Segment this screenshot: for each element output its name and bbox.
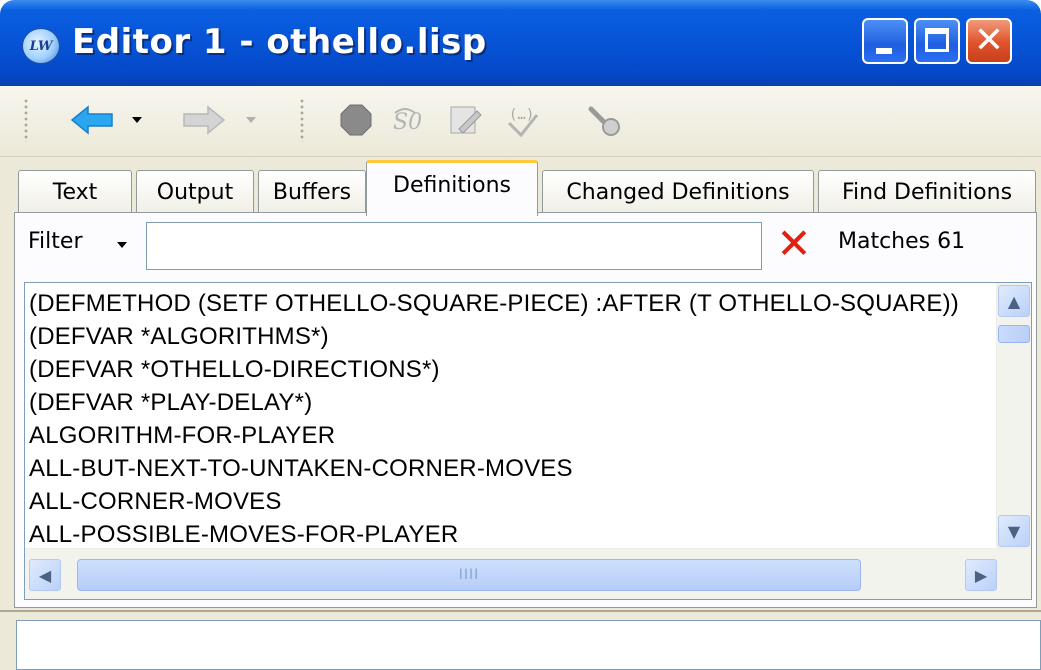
horizontal-scrollbar[interactable]: ◀ IIII ▶ xyxy=(25,548,1031,599)
list-item[interactable]: ALL-POSSIBLE-MOVES-FOR-PLAYER xyxy=(29,518,979,551)
tab-find-definitions[interactable]: Find Definitions xyxy=(818,170,1036,214)
tab-text[interactable]: Text xyxy=(18,170,132,214)
scroll-left-button[interactable]: ◀ xyxy=(29,559,61,591)
list-item[interactable]: ALL-CORNER-MOVES xyxy=(29,485,979,518)
edit-button[interactable] xyxy=(442,102,492,138)
maximize-button[interactable] xyxy=(914,18,960,64)
chevron-down-icon xyxy=(132,117,142,123)
list-item[interactable]: (DEFMETHOD (SETF OTHELLO-SQUARE-PIECE) :… xyxy=(29,287,979,320)
svg-text:S0: S0 xyxy=(393,110,422,135)
tab-output[interactable]: Output xyxy=(136,170,254,214)
scroll-down-button[interactable]: ▼ xyxy=(998,515,1030,547)
toolbar-grip[interactable] xyxy=(300,98,304,142)
lispworks-app-icon[interactable]: LW xyxy=(22,28,60,64)
stop-button[interactable] xyxy=(334,102,378,138)
echo-area-input[interactable] xyxy=(16,620,1041,670)
tool-icon xyxy=(588,106,620,136)
list-item[interactable]: (DEFVAR *ALGORITHMS*) xyxy=(29,320,979,353)
chevron-down-icon[interactable] xyxy=(117,242,127,248)
tab-changed-definitions[interactable]: Changed Definitions xyxy=(542,170,814,214)
clear-filter-icon[interactable]: ✕ xyxy=(776,223,812,265)
vertical-scrollbar[interactable]: ▲ ▼ xyxy=(996,283,1031,549)
chevron-down-icon: ▼ xyxy=(1007,521,1021,541)
macro-icon: (…) xyxy=(507,107,539,137)
forward-history-dropdown[interactable] xyxy=(238,102,264,138)
vertical-scroll-thumb[interactable] xyxy=(998,325,1030,343)
toolbar: S0 (…) xyxy=(0,86,1041,157)
scroll-grip-icon: IIII xyxy=(458,567,480,583)
editor-window: LW Editor 1 - othello.lisp ✕ S0 (…) Text… xyxy=(0,0,1041,670)
edit-icon xyxy=(450,106,482,134)
definitions-list-items: (DEFMETHOD (SETF OTHELLO-SQUARE-PIECE) :… xyxy=(29,287,979,551)
title-bar[interactable]: LW Editor 1 - othello.lisp ✕ xyxy=(0,0,1041,86)
scroll-up-button[interactable]: ▲ xyxy=(998,285,1030,317)
macro-button[interactable]: (…) xyxy=(498,102,548,138)
svg-text:(…): (…) xyxy=(509,107,534,123)
back-history-dropdown[interactable] xyxy=(124,102,150,138)
tool-button[interactable] xyxy=(580,102,630,138)
close-button[interactable]: ✕ xyxy=(966,18,1012,64)
forward-button[interactable] xyxy=(176,102,232,138)
chevron-down-icon xyxy=(246,117,256,123)
toolbar-grip[interactable] xyxy=(24,98,28,142)
matches-count: Matches 61 xyxy=(838,229,966,254)
minimize-icon xyxy=(876,48,892,54)
stop-icon xyxy=(340,104,372,136)
chevron-right-icon: ▶ xyxy=(974,565,988,585)
chevron-up-icon: ▲ xyxy=(1007,291,1021,311)
maximize-icon xyxy=(925,28,949,52)
horizontal-scroll-thumb[interactable]: IIII xyxy=(77,559,861,591)
tab-definitions[interactable]: Definitions xyxy=(366,160,538,216)
back-button[interactable] xyxy=(64,102,120,138)
filter-menu-label[interactable]: Filter xyxy=(28,229,82,254)
undo-icon: S0 xyxy=(393,108,422,135)
divider xyxy=(0,610,1041,612)
tab-strip: Text Output Buffers Definitions Changed … xyxy=(0,158,1041,216)
undo-button[interactable]: S0 xyxy=(386,102,436,138)
back-arrow-icon xyxy=(70,105,113,135)
tab-buffers[interactable]: Buffers xyxy=(258,170,366,214)
list-item[interactable]: (DEFVAR *PLAY-DELAY*) xyxy=(29,386,979,419)
chevron-left-icon: ◀ xyxy=(38,565,52,585)
list-item[interactable]: ALL-BUT-NEXT-TO-UNTAKEN-CORNER-MOVES xyxy=(29,452,979,485)
scroll-right-button[interactable]: ▶ xyxy=(965,559,997,591)
window-title: Editor 1 - othello.lisp xyxy=(72,22,487,62)
close-icon: ✕ xyxy=(973,20,1005,61)
list-item[interactable]: ALGORITHM-FOR-PLAYER xyxy=(29,419,979,452)
minimize-button[interactable] xyxy=(862,18,908,64)
forward-arrow-icon xyxy=(183,105,226,135)
definitions-list[interactable]: (DEFMETHOD (SETF OTHELLO-SQUARE-PIECE) :… xyxy=(24,282,1032,600)
list-item[interactable]: (DEFVAR *OTHELLO-DIRECTIONS*) xyxy=(29,353,979,386)
filter-input[interactable] xyxy=(146,222,762,270)
